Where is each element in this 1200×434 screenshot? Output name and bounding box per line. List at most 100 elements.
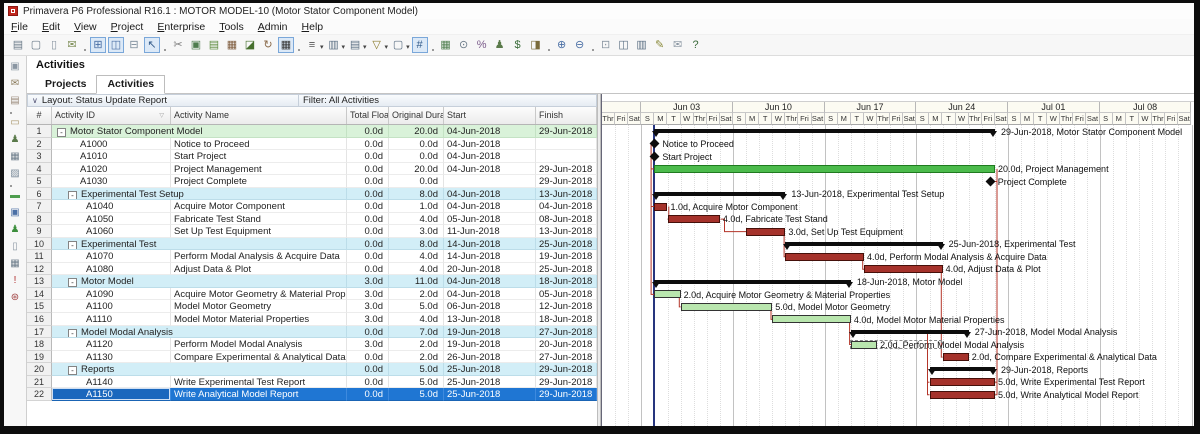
dropdown-caret-icon[interactable]: ▾ bbox=[385, 43, 389, 51]
menu-item-admin[interactable]: Admin bbox=[251, 20, 295, 34]
rail-tracking-icon[interactable]: ▨ bbox=[7, 167, 23, 182]
row-number-cell[interactable]: 16 bbox=[27, 313, 52, 326]
total-float-cell[interactable]: 0.0d bbox=[347, 326, 389, 339]
table-row[interactable]: 19A1130Compare Experimental & Analytical… bbox=[27, 351, 597, 364]
table-row[interactable]: 18A1120Perform Model Modal Analysis3.0d2… bbox=[27, 338, 597, 351]
finish-cell[interactable]: 12-Jun-2018 bbox=[536, 300, 597, 313]
gantt-summary-bar[interactable] bbox=[654, 129, 995, 133]
activity-id-cell[interactable]: A1030 bbox=[52, 175, 171, 188]
activity-name-cell[interactable]: Model Motor Geometry bbox=[171, 300, 347, 313]
table-row[interactable]: 12A1080Adjust Data & Plot0.0d4.0d20-Jun-… bbox=[27, 263, 597, 276]
row-number-cell[interactable]: 14 bbox=[27, 288, 52, 301]
start-cell[interactable]: 04-Jun-2018 bbox=[444, 138, 536, 151]
table-row[interactable]: 1-Motor Stator Component Model0.0d20.0d0… bbox=[27, 125, 597, 138]
toolbar-zoom-fit-icon[interactable]: ⊡ bbox=[598, 37, 614, 53]
gantt-summary-bar[interactable] bbox=[785, 242, 942, 246]
original-duration-cell[interactable]: 3.0d bbox=[389, 225, 444, 238]
toolbar-page-setup-icon[interactable]: ▯ bbox=[46, 37, 62, 53]
activity-id-cell[interactable]: A1110 bbox=[52, 313, 171, 326]
activity-name-cell[interactable]: Perform Modal Analysis & Acquire Data bbox=[171, 250, 347, 263]
total-float-cell[interactable]: 3.0d bbox=[347, 338, 389, 351]
toolbar-schedule-icon[interactable]: ▦ bbox=[278, 37, 294, 53]
table-row[interactable]: 8A1050Fabricate Test Stand0.0d4.0d05-Jun… bbox=[27, 213, 597, 226]
rail-activities-icon[interactable]: ♟ bbox=[7, 133, 23, 148]
dropdown-caret-icon[interactable]: ▾ bbox=[342, 43, 346, 51]
group-name-cell[interactable]: -Experimental Test Setup bbox=[52, 188, 347, 201]
table-row[interactable]: 3A1010Start Project0.0d0.0d04-Jun-2018 bbox=[27, 150, 597, 163]
total-float-cell[interactable]: 3.0d bbox=[347, 288, 389, 301]
row-number-cell[interactable]: 19 bbox=[27, 351, 52, 364]
row-number-cell[interactable]: 3 bbox=[27, 150, 52, 163]
total-float-cell[interactable]: 0.0d bbox=[347, 125, 389, 138]
total-float-cell[interactable]: 0.0d bbox=[347, 225, 389, 238]
start-cell[interactable]: 14-Jun-2018 bbox=[444, 238, 536, 251]
gantt-bar[interactable] bbox=[654, 203, 667, 211]
toolbar-update-progress-icon[interactable]: ⊙ bbox=[456, 37, 472, 53]
original-duration-cell[interactable]: 11.0d bbox=[389, 275, 444, 288]
activity-name-cell[interactable]: Notice to Proceed bbox=[171, 138, 347, 151]
toolbar-comment-icon[interactable]: ✎ bbox=[652, 37, 668, 53]
gantt-bar[interactable] bbox=[681, 303, 773, 311]
activity-name-cell[interactable]: Acquire Motor Geometry & Material Proper… bbox=[171, 288, 347, 301]
finish-cell[interactable]: 13-Jun-2018 bbox=[536, 225, 597, 238]
gantt-bar[interactable] bbox=[864, 265, 943, 273]
toolbar-zoom-in-icon[interactable]: ⊕ bbox=[554, 37, 570, 53]
toolbar-line-numbers-icon[interactable]: # bbox=[412, 37, 428, 53]
start-cell[interactable]: 20-Jun-2018 bbox=[444, 263, 536, 276]
table-row[interactable]: 13-Motor Model3.0d11.0d04-Jun-201818-Jun… bbox=[27, 275, 597, 288]
toolbar-delete-activity-icon[interactable]: ↻ bbox=[260, 37, 276, 53]
finish-cell[interactable]: 04-Jun-2018 bbox=[536, 200, 597, 213]
row-number-cell[interactable]: 7 bbox=[27, 200, 52, 213]
activity-id-cell[interactable]: A1080 bbox=[52, 263, 171, 276]
rail-wbs-icon[interactable]: ▭ bbox=[7, 116, 23, 131]
original-duration-cell[interactable]: 0.0d bbox=[389, 175, 444, 188]
finish-cell[interactable]: 29-Jun-2018 bbox=[536, 376, 597, 389]
original-duration-cell[interactable]: 2.0d bbox=[389, 351, 444, 364]
start-cell[interactable]: 13-Jun-2018 bbox=[444, 313, 536, 326]
toolbar-print-icon[interactable]: ▤ bbox=[10, 37, 26, 53]
group-name-cell[interactable]: -Experimental Test bbox=[52, 238, 347, 251]
original-duration-cell[interactable]: 5.0d bbox=[389, 376, 444, 389]
row-number-cell[interactable]: 22 bbox=[27, 388, 52, 401]
start-cell[interactable]: 04-Jun-2018 bbox=[444, 288, 536, 301]
layout-selector[interactable]: ∨ Layout: Status Update Report bbox=[28, 95, 299, 106]
total-float-cell[interactable]: 0.0d bbox=[347, 150, 389, 163]
gantt-bar[interactable] bbox=[851, 341, 877, 349]
start-cell[interactable]: 25-Jun-2018 bbox=[444, 376, 536, 389]
table-row[interactable]: 7A1040Acquire Motor Component0.0d1.0d04-… bbox=[27, 200, 597, 213]
row-number-cell[interactable]: 2 bbox=[27, 138, 52, 151]
rail-assignments-icon[interactable]: ▦ bbox=[7, 150, 23, 165]
start-cell[interactable] bbox=[444, 175, 536, 188]
group-name-cell[interactable]: -Motor Model bbox=[52, 275, 347, 288]
toolbar-vertical-split-icon[interactable]: ▥ bbox=[634, 37, 650, 53]
activity-name-cell[interactable]: Compare Experimental & Analytical Data bbox=[171, 351, 347, 364]
menu-item-project[interactable]: Project bbox=[104, 20, 151, 34]
toolbar-layout-options-icon[interactable]: ▢ bbox=[390, 37, 406, 53]
finish-cell[interactable]: 25-Jun-2018 bbox=[536, 263, 597, 276]
activity-name-cell[interactable]: Perform Model Modal Analysis bbox=[171, 338, 347, 351]
row-number-cell[interactable]: 12 bbox=[27, 263, 52, 276]
table-row[interactable]: 16A1110Model Motor Material Properties3.… bbox=[27, 313, 597, 326]
table-row[interactable]: 5A1030Project Complete0.0d0.0d29-Jun-201… bbox=[27, 175, 597, 188]
toolbar-horizontal-split-icon[interactable]: ◫ bbox=[616, 37, 632, 53]
finish-cell[interactable]: 29-Jun-2018 bbox=[536, 363, 597, 376]
start-cell[interactable]: 25-Jun-2018 bbox=[444, 388, 536, 401]
activity-id-cell[interactable]: A1140 bbox=[52, 376, 171, 389]
menu-item-file[interactable]: File bbox=[4, 20, 35, 34]
toolbar-spreadsheet-icon[interactable]: ▦ bbox=[438, 37, 454, 53]
activity-id-cell[interactable]: A1150 bbox=[52, 388, 171, 401]
column-header-tf[interactable]: Total Float bbox=[347, 107, 389, 124]
finish-cell[interactable]: 08-Jun-2018 bbox=[536, 213, 597, 226]
row-number-cell[interactable]: 8 bbox=[27, 213, 52, 226]
activity-id-cell[interactable]: A1020 bbox=[52, 163, 171, 176]
toolbar-zoom-out-icon[interactable]: ⊖ bbox=[572, 37, 588, 53]
total-float-cell[interactable]: 3.0d bbox=[347, 313, 389, 326]
toolbar-resources-icon[interactable]: ♟ bbox=[492, 37, 508, 53]
finish-cell[interactable]: 25-Jun-2018 bbox=[536, 238, 597, 251]
total-float-cell[interactable]: 0.0d bbox=[347, 376, 389, 389]
toolbar-add-activity-icon[interactable]: ◪ bbox=[242, 37, 258, 53]
activity-name-cell[interactable]: Project Management bbox=[171, 163, 347, 176]
start-cell[interactable]: 26-Jun-2018 bbox=[444, 351, 536, 364]
collapse-box[interactable]: - bbox=[68, 366, 77, 375]
gantt-summary-bar[interactable] bbox=[930, 367, 996, 371]
